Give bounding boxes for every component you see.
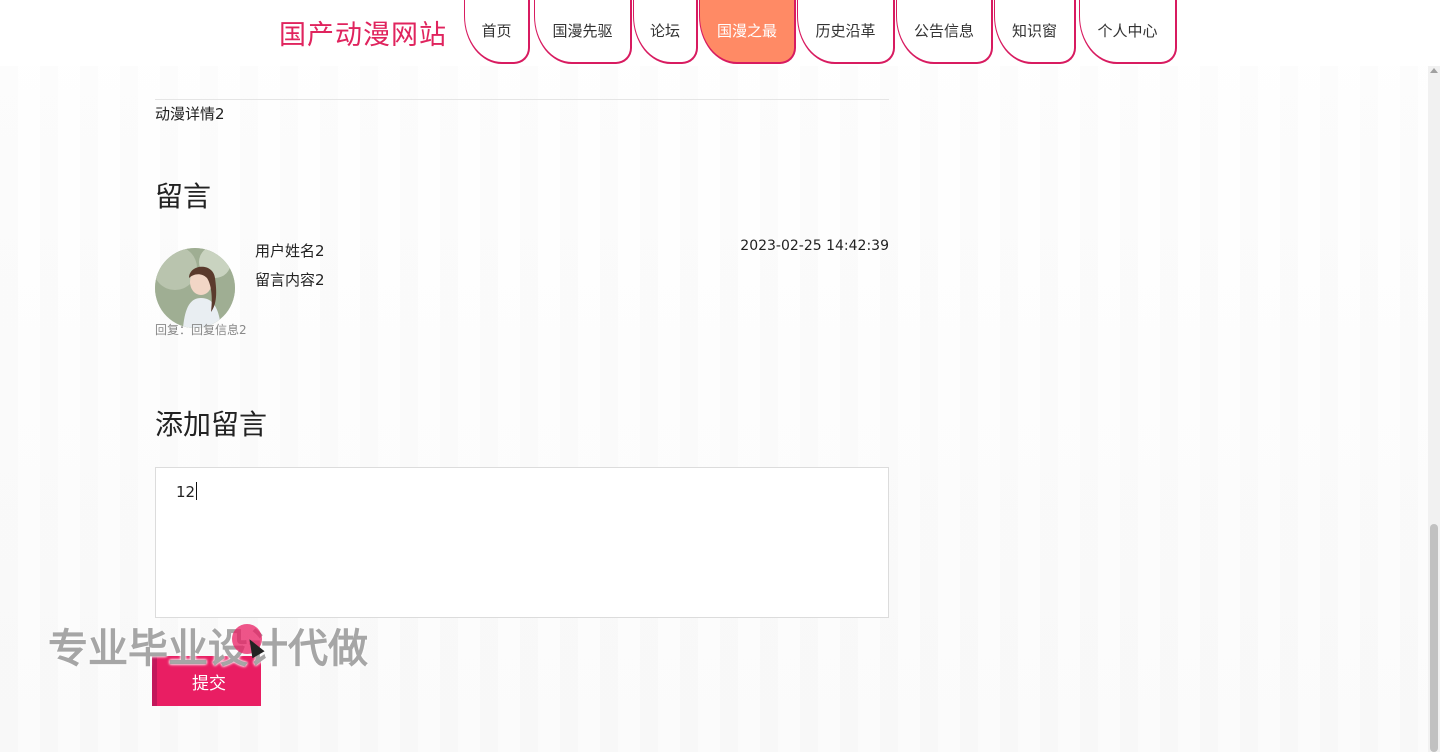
- textarea-value: 12: [176, 483, 196, 501]
- nav-item-home[interactable]: 首页: [464, 0, 530, 64]
- watermark-overlay: 专业毕业设计代做: [48, 626, 368, 672]
- message-textarea[interactable]: 12: [155, 467, 889, 618]
- avatar-photo-icon: [155, 248, 235, 328]
- comment-content: 留言内容2: [255, 271, 325, 289]
- scroll-thumb[interactable]: [1430, 524, 1438, 752]
- site-title[interactable]: 国产动漫网站: [279, 13, 447, 52]
- comment-item: 用户姓名2 留言内容2 2023-02-25 14:42:39 回复：回复信息2: [155, 238, 889, 340]
- comment-username: 用户姓名2: [255, 242, 325, 260]
- nav-item-forum[interactable]: 论坛: [633, 0, 698, 64]
- nav-item-announcements[interactable]: 公告信息: [896, 0, 993, 64]
- nav-item-knowledge[interactable]: 知识窗: [994, 0, 1076, 64]
- divider: [155, 99, 889, 100]
- nav-item-history[interactable]: 历史沿革: [797, 0, 895, 64]
- nav-item-pioneers[interactable]: 国漫先驱: [534, 0, 632, 64]
- add-message-heading: 添加留言: [155, 408, 268, 441]
- comment-time: 2023-02-25 14:42:39: [740, 238, 889, 254]
- site-header: 国产动漫网站 首页 国漫先驱 论坛 国漫之最 历史沿革 公告信息 知识窗 个人中…: [0, 0, 1440, 66]
- nav-item-profile[interactable]: 个人中心: [1079, 0, 1177, 64]
- scroll-up-arrow-icon[interactable]: [1430, 68, 1438, 73]
- avatar: [155, 248, 235, 328]
- page-scrollbar[interactable]: [1428, 66, 1440, 752]
- nav-item-best[interactable]: 国漫之最: [699, 0, 796, 64]
- text-caret: [196, 482, 198, 500]
- comment-reply: 回复：回复信息2: [155, 323, 247, 337]
- detail-text: 动漫详情2: [155, 105, 225, 123]
- messages-heading: 留言: [155, 180, 212, 213]
